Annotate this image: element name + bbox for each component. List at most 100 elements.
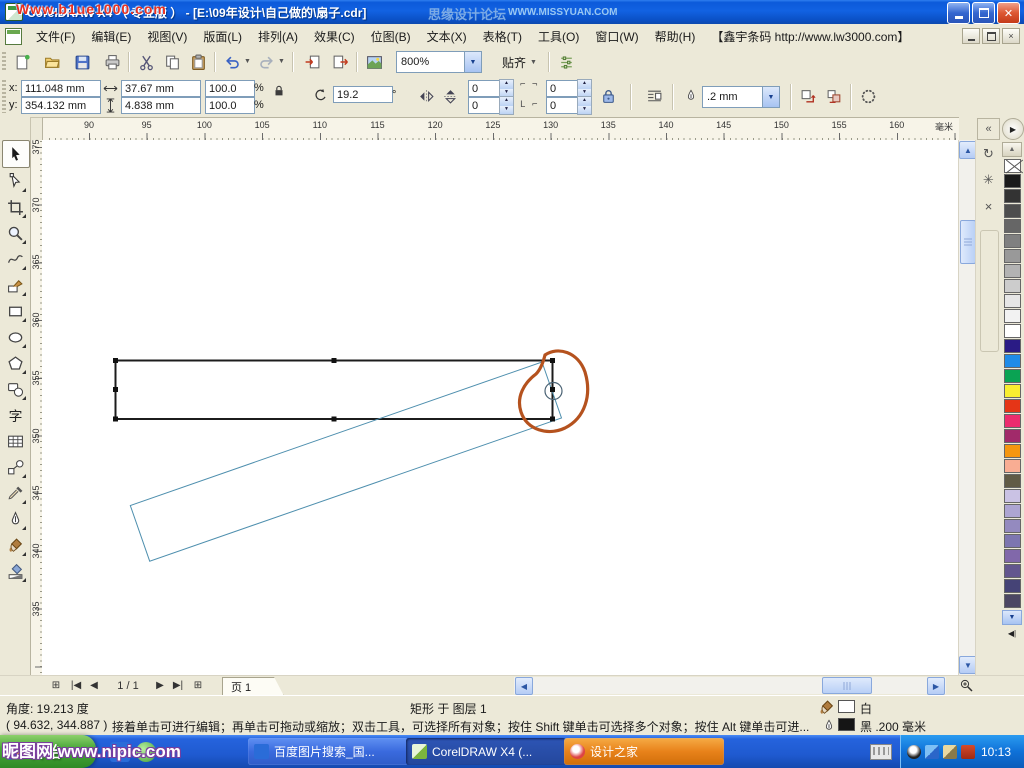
snap-to-dropdown[interactable]: 贴齐 ▼ — [498, 52, 541, 72]
convert-to-curves-button[interactable] — [824, 86, 844, 106]
dotted-circle-button[interactable] — [858, 86, 878, 106]
swatch-gray-20[interactable] — [1004, 294, 1021, 308]
y-position-field[interactable]: 354.132 mm — [21, 97, 101, 114]
object-height-field[interactable]: 4.838 mm — [121, 97, 201, 114]
tool-outline-pen[interactable] — [2, 506, 28, 532]
document-icon[interactable] — [5, 28, 22, 45]
swatch-olive[interactable] — [1004, 474, 1021, 488]
corner-bl-spinner[interactable]: ▲▼ — [499, 96, 514, 115]
tool-rectangle[interactable] — [2, 298, 28, 324]
toolbar-grip[interactable] — [2, 52, 6, 72]
swatch-peach[interactable] — [1004, 459, 1021, 473]
swatch-navy[interactable] — [1004, 579, 1021, 593]
zoom-level-combo[interactable]: 800% ▼ — [396, 51, 482, 73]
swatch-orange[interactable] — [1004, 444, 1021, 458]
copy-button[interactable] — [160, 50, 184, 74]
swatch-purple[interactable] — [1004, 549, 1021, 563]
horizontal-scrollbar[interactable]: ◀ ▶ — [514, 677, 946, 694]
mirror-horizontal-button[interactable] — [416, 86, 436, 106]
swatch-white[interactable] — [1004, 324, 1021, 338]
effects-docker-icon[interactable]: ✳ — [979, 170, 999, 190]
vertical-scroll-thumb[interactable] — [960, 220, 976, 264]
vertical-scrollbar[interactable]: ▲ ▼ — [958, 140, 976, 675]
menu-item-5[interactable]: 效果(C) — [306, 25, 363, 48]
swatch-gray-10[interactable] — [1004, 309, 1021, 323]
scale-lock-icon[interactable] — [270, 82, 287, 99]
outline-width-combo[interactable]: .2 mm ▼ — [702, 86, 780, 108]
book-tray-icon[interactable] — [961, 745, 975, 759]
close-button[interactable]: ✕ — [997, 2, 1020, 24]
menu-item-10[interactable]: 窗口(W) — [587, 25, 646, 48]
task-button-0[interactable]: 百度图片搜索_国... — [248, 738, 408, 765]
swatch-gray-40[interactable] — [1004, 264, 1021, 278]
swatch-lavender[interactable] — [1004, 504, 1021, 518]
zoom-corner-button[interactable] — [958, 677, 975, 694]
restore-button[interactable] — [972, 2, 995, 24]
menu-item-9[interactable]: 工具(O) — [530, 25, 587, 48]
page-tab[interactable]: 页 1 — [222, 677, 284, 696]
paste-button[interactable] — [186, 50, 210, 74]
swatch-magenta[interactable] — [1004, 414, 1021, 428]
first-page-button[interactable]: |◀ — [68, 677, 84, 694]
tool-pick[interactable] — [2, 140, 30, 168]
new-button[interactable] — [10, 50, 34, 74]
swatch-gray-80[interactable] — [1004, 204, 1021, 218]
object-width-field[interactable]: 37.67 mm — [121, 80, 201, 97]
swatch-black[interactable] — [1004, 174, 1021, 188]
swatch-red[interactable] — [1004, 399, 1021, 413]
swatch-gray-70[interactable] — [1004, 219, 1021, 233]
swatch-green[interactable] — [1004, 369, 1021, 383]
redo-dropdown[interactable]: ▼ — [278, 58, 285, 65]
wrap-paragraph-button[interactable] — [798, 86, 818, 106]
corner-br-spinner[interactable]: ▲▼ — [577, 96, 592, 115]
menu-item-1[interactable]: 编辑(E) — [83, 25, 139, 48]
close-docker-icon[interactable]: × — [979, 196, 999, 216]
swatch-blue-purple[interactable] — [1004, 534, 1021, 548]
clock[interactable]: 10:13 — [981, 745, 1011, 759]
redo-button[interactable] — [254, 50, 278, 74]
import-button[interactable] — [300, 50, 324, 74]
tools-tray-icon[interactable] — [943, 745, 957, 759]
menu-item-2[interactable]: 视图(V) — [139, 25, 195, 48]
tool-ellipse[interactable] — [2, 324, 28, 350]
qq-tray-icon[interactable] — [907, 745, 921, 759]
tool-freehand[interactable] — [2, 246, 28, 272]
menu-item-3[interactable]: 版面(L) — [195, 25, 250, 48]
outline-width-arrow[interactable]: ▼ — [762, 87, 779, 107]
zoom-combo-arrow[interactable]: ▼ — [464, 52, 481, 72]
menu-item-6[interactable]: 位图(B) — [363, 25, 419, 48]
minimize-button[interactable] — [947, 2, 970, 24]
doc-restore-button[interactable] — [982, 28, 1000, 44]
tool-table[interactable] — [2, 428, 28, 454]
swatch-light-purple[interactable] — [1004, 519, 1021, 533]
palette-scroll-up[interactable]: ▲ — [1002, 142, 1022, 157]
tool-fill[interactable] — [2, 532, 28, 558]
swatch-yellow[interactable] — [1004, 384, 1021, 398]
swatch-dark-slate[interactable] — [1004, 594, 1021, 608]
selection-handles[interactable] — [113, 358, 555, 422]
drawing-canvas[interactable] — [42, 140, 958, 675]
swatch-dark-blue[interactable] — [1004, 339, 1021, 353]
propbar-grip[interactable] — [2, 80, 6, 113]
task-button-2[interactable]: 设计之家 — [564, 738, 724, 765]
task-button-1[interactable]: CorelDRAW X4 (... — [406, 738, 566, 765]
swatch-dark-purple[interactable] — [1004, 564, 1021, 578]
undo-dropdown[interactable]: ▼ — [244, 58, 251, 65]
swatch-gray-30[interactable] — [1004, 279, 1021, 293]
collapse-dockers-button[interactable]: « — [977, 118, 1000, 140]
rotating-rectangle-outline[interactable] — [130, 362, 561, 561]
collapsed-docker-tab[interactable] — [980, 230, 999, 352]
horizontal-ruler[interactable]: 毫米 9095100105110115120125130135140145150… — [42, 117, 959, 142]
menu-item-4[interactable]: 排列(A) — [250, 25, 306, 48]
tool-polygon[interactable] — [2, 350, 28, 376]
menu-item-11[interactable]: 帮助(H) — [647, 25, 704, 48]
rotation-angle-field[interactable]: 19.2 — [333, 86, 393, 103]
swatch-blue[interactable] — [1004, 354, 1021, 368]
tool-blend[interactable] — [2, 454, 28, 480]
scale-x-field[interactable]: 100.0 — [205, 80, 255, 97]
swatch-light-lavender[interactable] — [1004, 489, 1021, 503]
options-button[interactable] — [554, 50, 578, 74]
export-button[interactable] — [328, 50, 352, 74]
previous-page-button[interactable]: ◀ — [86, 677, 102, 694]
doc-close-button[interactable]: × — [1002, 28, 1020, 44]
